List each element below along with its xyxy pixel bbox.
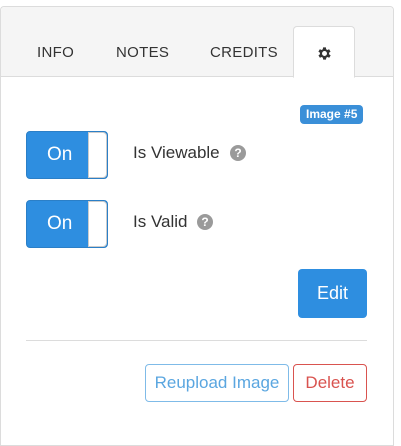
is-viewable-toggle[interactable]: On — [26, 131, 108, 179]
gear-icon — [318, 47, 331, 60]
toggle-state-label: On — [47, 144, 73, 165]
toggle-state-label: On — [47, 213, 73, 234]
toggle-knob[interactable] — [88, 201, 107, 247]
reupload-image-button[interactable]: Reupload Image — [145, 364, 289, 402]
help-icon[interactable]: ? — [230, 145, 246, 161]
is-valid-toggle[interactable]: On — [26, 200, 108, 248]
help-icon[interactable]: ? — [197, 214, 213, 230]
tab-settings[interactable] — [293, 26, 355, 78]
toggle-knob[interactable] — [88, 132, 107, 178]
image-number-badge: Image #5 — [300, 105, 364, 124]
is-viewable-label: Is Viewable — [133, 143, 220, 162]
tab-info[interactable]: INFO — [37, 44, 74, 61]
tab-credits[interactable]: CREDITS — [210, 44, 278, 61]
is-valid-label: Is Valid — [133, 212, 188, 231]
edit-button[interactable]: Edit — [298, 269, 367, 318]
tab-notes[interactable]: NOTES — [116, 44, 169, 61]
delete-button[interactable]: Delete — [293, 364, 367, 402]
divider — [26, 340, 367, 341]
